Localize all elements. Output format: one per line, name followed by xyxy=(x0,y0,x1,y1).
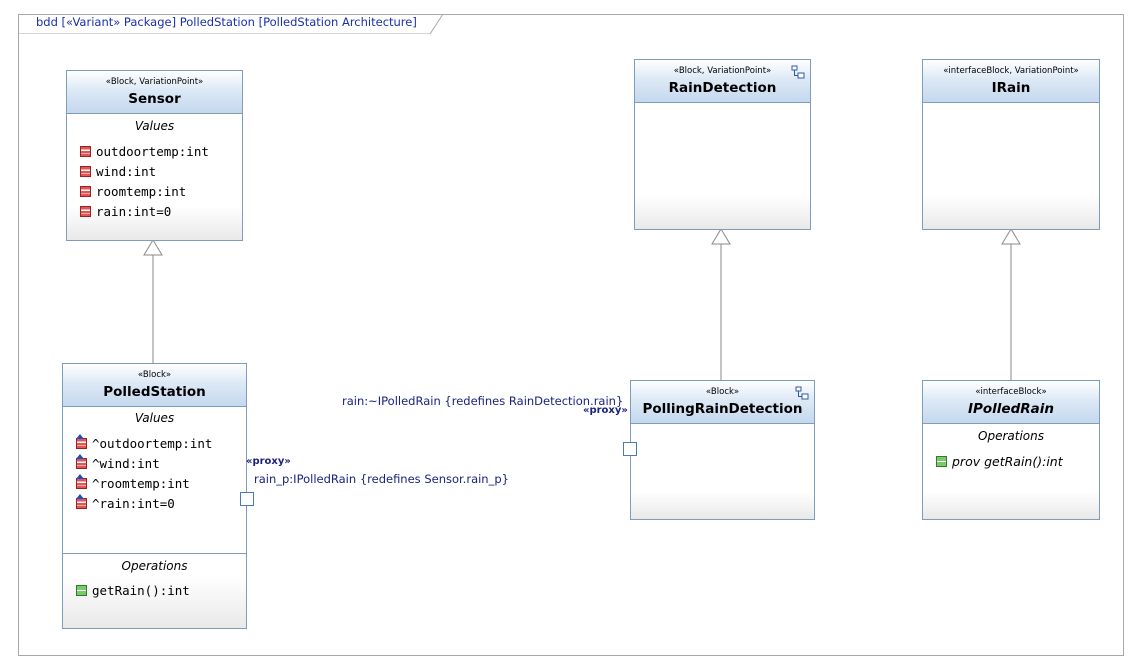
inherited-value-property[interactable]: ^rain:int=0 xyxy=(76,494,175,513)
inherited-value-property[interactable]: ^roomtemp:int xyxy=(76,474,190,493)
property-icon xyxy=(80,146,91,157)
block-header: «Block» PolledStation xyxy=(63,364,246,407)
port-stereotype: «proxy» xyxy=(246,456,291,467)
operation-icon xyxy=(936,456,947,467)
value-property[interactable]: outdoortemp:int xyxy=(80,143,209,161)
property-icon xyxy=(80,206,91,217)
block-polledstation[interactable]: «Block» PolledStation Values ^outdoortem… xyxy=(62,363,247,629)
proxy-port-rain[interactable] xyxy=(623,442,637,456)
block-header: «Block, VariationPoint» RainDetection xyxy=(635,60,810,103)
port-label: rain:~IPolledRain {redefines RainDetecti… xyxy=(342,394,624,408)
block-ipolledrain[interactable]: «interfaceBlock» IPolledRain Operations … xyxy=(922,380,1100,520)
value-property[interactable]: roomtemp:int xyxy=(80,183,186,201)
value-property[interactable]: rain:int=0 xyxy=(80,203,171,221)
operations-section-title: Operations xyxy=(978,429,1044,443)
block-sensor[interactable]: «Block, VariationPoint» Sensor Values ou… xyxy=(66,70,243,241)
block-header: «interfaceBlock» IPolledRain xyxy=(923,381,1099,424)
block-raindetection[interactable]: «Block, VariationPoint» RainDetection xyxy=(634,59,811,230)
generalization-arrowhead xyxy=(711,228,731,245)
block-pollingraindetection[interactable]: «Block» PollingRainDetection xyxy=(630,380,815,520)
operation-icon xyxy=(76,585,87,596)
block-stereotype: «Block» xyxy=(137,370,172,380)
section-divider xyxy=(63,553,246,554)
property-icon xyxy=(80,166,91,177)
block-stereotype: «Block, VariationPoint» xyxy=(105,77,204,87)
property-icon xyxy=(80,186,91,197)
block-name: PolledStation xyxy=(103,384,206,400)
block-header: «interfaceBlock, VariationPoint» IRain xyxy=(923,60,1099,103)
block-name: IPolledRain xyxy=(967,401,1054,417)
generalization-arrowhead xyxy=(1001,228,1021,245)
block-name: RainDetection xyxy=(668,80,777,96)
operation[interactable]: prov getRain():int xyxy=(936,453,1063,471)
block-stereotype: «Block, VariationPoint» xyxy=(673,66,772,76)
block-header: «Block» PollingRainDetection xyxy=(631,381,814,424)
values-section-title: Values xyxy=(134,411,175,425)
inherited-property-icon xyxy=(76,474,87,489)
operation[interactable]: getRain():int xyxy=(76,582,190,600)
inherited-property-icon xyxy=(76,434,87,449)
operations-section-title: Operations xyxy=(121,559,188,573)
block-irain[interactable]: «interfaceBlock, VariationPoint» IRain xyxy=(922,59,1100,230)
block-name: PollingRainDetection xyxy=(642,401,803,417)
inherited-value-property[interactable]: ^outdoortemp:int xyxy=(76,434,212,453)
inherited-value-property[interactable]: ^wind:int xyxy=(76,454,160,473)
structure-icon xyxy=(795,386,809,400)
value-property[interactable]: wind:int xyxy=(80,163,156,181)
structure-icon xyxy=(791,65,805,79)
block-stereotype: «interfaceBlock, VariationPoint» xyxy=(943,66,1079,76)
block-name: Sensor xyxy=(128,91,181,107)
inherited-property-icon xyxy=(76,454,87,469)
inherited-property-icon xyxy=(76,494,87,509)
block-stereotype: «interfaceBlock» xyxy=(975,387,1047,397)
port-label: rain_p:IPolledRain {redefines Sensor.rai… xyxy=(254,472,509,486)
block-header: «Block, VariationPoint» Sensor xyxy=(67,71,242,114)
generalization-arrowhead xyxy=(143,239,163,256)
values-section-title: Values xyxy=(134,119,175,133)
block-name: IRain xyxy=(991,80,1031,96)
block-stereotype: «Block» xyxy=(705,387,740,397)
port-stereotype: «proxy» xyxy=(583,405,628,416)
proxy-port-rain-p[interactable] xyxy=(240,492,254,506)
